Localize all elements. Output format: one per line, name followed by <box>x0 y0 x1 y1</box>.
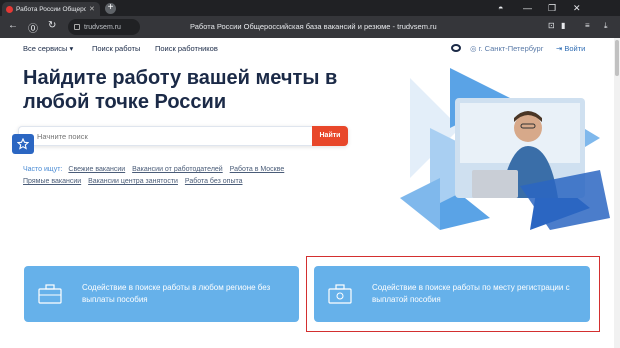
new-tab-button[interactable]: + <box>105 3 116 14</box>
browser-tab[interactable]: Работа России Общероссийская база ваканс… <box>2 2 100 16</box>
incognito-icon: ◓ <box>498 3 504 13</box>
browser-tabbar: Работа России Общероссийская база ваканс… <box>0 0 620 16</box>
tab-close-icon[interactable]: ✕ <box>89 5 95 13</box>
close-icon[interactable]: ✕ <box>573 3 581 14</box>
lock-icon <box>74 24 80 30</box>
service-card-no-benefit[interactable]: Содействие в поиске работы в любом регио… <box>24 266 299 322</box>
login-button[interactable]: ⇥ Войти <box>556 44 585 53</box>
tab-title: Работа России Общероссийская база ваканс… <box>16 5 86 13</box>
reload-icon[interactable]: ↻ <box>48 20 56 31</box>
site-header: Все сервисы ▾ Поиск работы Поиск работни… <box>0 38 614 60</box>
search-box: Найти <box>18 126 348 146</box>
translate-icon[interactable]: ⊡ <box>548 21 555 30</box>
popular-link[interactable]: Вакансии центра занятости <box>88 178 178 185</box>
popular-link[interactable]: Работа в Москве <box>230 166 285 173</box>
browser-toolbar: ← ⓪ ↻ trudvsem.ru Работа России Общеросс… <box>0 16 620 38</box>
all-services-menu[interactable]: Все сервисы ▾ <box>23 44 73 53</box>
worker-search-link[interactable]: Поиск работников <box>155 44 218 53</box>
accessibility-eye-icon[interactable] <box>451 44 461 52</box>
page-scrollbar[interactable] <box>614 38 620 348</box>
region-label: г. Санкт-Петербург <box>478 44 544 53</box>
hero-title: Найдите работу вашей мечты в любой точке… <box>23 67 338 113</box>
shield-icon[interactable]: ⓪ <box>28 20 38 35</box>
hero-illustration <box>400 68 610 230</box>
popular-searches-label: Часто ищут: <box>23 166 63 173</box>
highlight-box <box>306 256 600 332</box>
download-icon[interactable]: ⤓ <box>604 21 608 31</box>
login-label: Войти <box>564 44 586 53</box>
job-search-link[interactable]: Поиск работы <box>92 44 140 53</box>
minimize-icon[interactable]: — <box>523 3 532 13</box>
url-text: trudvsem.ru <box>84 23 121 31</box>
region-selector[interactable]: ◎ г. Санкт-Петербург <box>470 44 543 53</box>
popular-link[interactable]: Вакансии от работодателей <box>132 166 223 173</box>
page-title: Работа России Общероссийская база ваканс… <box>190 22 437 31</box>
scrollbar-thumb[interactable] <box>615 40 619 76</box>
popular-searches: Часто ищут: Свежие вакансии Вакансии от … <box>23 164 353 188</box>
popular-link[interactable]: Прямые вакансии <box>23 178 81 185</box>
favorites-button[interactable] <box>12 134 34 154</box>
star-icon <box>17 138 29 150</box>
bookmark-icon[interactable]: ▮ <box>561 21 565 30</box>
popular-link[interactable]: Работа без опыта <box>185 178 243 185</box>
back-icon[interactable]: ← <box>8 20 18 31</box>
search-input[interactable] <box>37 130 307 143</box>
chevron-down-icon: ▾ <box>69 44 74 53</box>
all-services-label: Все сервисы <box>23 44 68 53</box>
menu-icon[interactable]: ≡ <box>585 21 590 30</box>
restore-icon[interactable]: ❐ <box>548 3 556 14</box>
popular-link[interactable]: Свежие вакансии <box>68 166 125 173</box>
card-text: Содействие в поиске работы в любом регио… <box>82 283 271 304</box>
search-button[interactable]: Найти <box>312 126 348 146</box>
briefcase-icon <box>38 284 62 304</box>
site-favicon-icon <box>6 5 13 13</box>
address-bar[interactable]: trudvsem.ru <box>68 19 140 35</box>
